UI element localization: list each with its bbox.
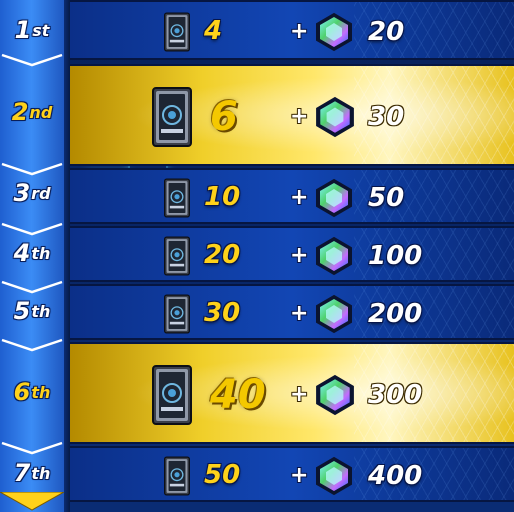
- plus-sign: +: [290, 104, 309, 129]
- gem-quantity: 200: [368, 299, 423, 329]
- card-quantity: 6: [210, 94, 238, 140]
- rank-number: 7: [13, 459, 31, 487]
- card-pack-icon: [152, 359, 192, 431]
- rank-label-7: 7th: [0, 457, 64, 489]
- gem-icon: [314, 178, 354, 218]
- reward-row-rank-1: 4 + 20: [70, 0, 514, 60]
- rank-suffix: th: [31, 382, 51, 402]
- plus-sign: +: [290, 463, 309, 488]
- rank-label-1: 1st: [0, 14, 64, 46]
- gem-icon: [314, 294, 354, 334]
- rank-suffix: th: [31, 243, 51, 263]
- reward-row-rank-6: 40 + 300: [70, 342, 514, 444]
- gem-quantity: 400: [368, 461, 423, 491]
- reward-row-rank-4: 20 + 100: [70, 226, 514, 282]
- card-pack-icon: [164, 11, 190, 53]
- reward-row-rank-2: 6 + 30: [70, 64, 514, 166]
- card-quantity: 50: [204, 460, 241, 491]
- rank-separator-chevron: [0, 53, 64, 67]
- card-pack-icon: [164, 177, 190, 219]
- card-quantity: 10: [204, 182, 241, 213]
- gem-icon: [314, 374, 356, 416]
- rank-suffix: st: [32, 20, 50, 40]
- reward-row-rank-7: 50 + 400: [70, 446, 514, 502]
- gem-icon: [314, 456, 354, 496]
- rank-rewards-panel: 4 + 20 6 + 30 10 + 50 20 + 100 30 + 200 …: [0, 0, 514, 512]
- rank-label-4: 4th: [0, 237, 64, 269]
- rank-label-6: 6th: [0, 376, 64, 408]
- rank-suffix: nd: [29, 102, 53, 122]
- rank-suffix: rd: [31, 183, 51, 203]
- plus-sign: +: [290, 19, 309, 44]
- rank-separator-chevron: [0, 280, 64, 294]
- card-pack-icon: [164, 235, 190, 277]
- card-pack-icon: [164, 293, 190, 335]
- gem-icon: [314, 96, 356, 138]
- rank-label-2: 2nd: [0, 96, 64, 128]
- rank-number: 6: [13, 378, 31, 406]
- gem-quantity: 30: [368, 102, 405, 132]
- rank-suffix: th: [31, 301, 51, 321]
- rank-label-5: 5th: [0, 295, 64, 327]
- gem-quantity: 20: [368, 17, 405, 47]
- rank-separator-chevron: [0, 162, 64, 176]
- rank-number: 1: [14, 16, 32, 44]
- plus-sign: +: [290, 382, 309, 407]
- rank-separator-chevron: [0, 338, 64, 352]
- plus-sign: +: [290, 301, 309, 326]
- card-pack-icon: [164, 455, 190, 497]
- gem-quantity: 100: [368, 241, 423, 271]
- reward-row-rank-5: 30 + 200: [70, 284, 514, 340]
- card-quantity: 20: [204, 240, 241, 271]
- card-quantity: 4: [204, 16, 223, 47]
- card-pack-icon: [152, 81, 192, 153]
- rank-label-3: 3rd: [0, 177, 64, 209]
- plus-sign: +: [290, 185, 309, 210]
- gem-quantity: 50: [368, 183, 405, 213]
- gem-icon: [314, 12, 354, 52]
- rank-suffix: th: [31, 463, 51, 483]
- rank-separator-chevron: [0, 441, 64, 455]
- gem-quantity: 300: [368, 380, 423, 410]
- gem-icon: [314, 236, 354, 276]
- rank-column-end-arrow: [0, 492, 64, 511]
- reward-row-rank-3: 10 + 50: [70, 168, 514, 224]
- rank-number: 5: [13, 297, 31, 325]
- rank-number: 2: [11, 98, 29, 126]
- card-quantity: 30: [204, 298, 241, 329]
- rank-separator-chevron: [0, 222, 64, 236]
- plus-sign: +: [290, 243, 309, 268]
- rank-number: 4: [13, 239, 31, 267]
- card-quantity: 40: [210, 372, 266, 418]
- rank-number: 3: [13, 179, 31, 207]
